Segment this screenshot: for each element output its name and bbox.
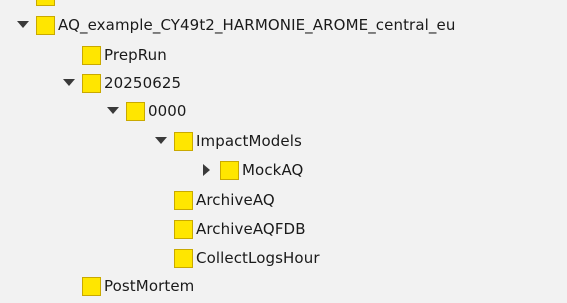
tree-node-label: ArchiveAQFDB xyxy=(196,220,306,238)
triangle-right-icon[interactable] xyxy=(198,161,216,179)
tree-node-label: AQ_example_CY49t2_HARMONIE_AROME_central… xyxy=(58,16,456,34)
folder-icon xyxy=(220,160,239,180)
triangle-down-icon[interactable] xyxy=(152,132,170,150)
tree-node-label: 20250625 xyxy=(104,74,182,92)
folder-icon xyxy=(82,45,101,65)
tree-node-date[interactable]: 20250625 xyxy=(60,68,181,98)
tree-node-preprun[interactable]: PrepRun xyxy=(60,40,167,70)
tree-view: AQ_example_CY49t2_HARMONIE_AROME_central… xyxy=(0,0,567,303)
tree-node-label: MockAQ xyxy=(242,161,304,179)
tree-node-label: PostMortem xyxy=(104,277,195,295)
tree-node-label: CollectLogsHour xyxy=(196,249,320,267)
folder-icon xyxy=(174,248,193,268)
tree-node-postmortem[interactable]: PostMortem xyxy=(60,271,194,301)
triangle-down-icon[interactable] xyxy=(104,102,122,120)
tree-node-label: ArchiveAQ xyxy=(196,191,275,209)
folder-icon xyxy=(126,101,145,121)
tree-node-impactmodels[interactable]: ImpactModels xyxy=(152,126,302,156)
folder-icon xyxy=(174,131,193,151)
folder-icon xyxy=(82,73,101,93)
tree-node-archiveaq[interactable]: ArchiveAQ xyxy=(152,185,275,215)
folder-icon xyxy=(36,15,55,35)
triangle-down-icon[interactable] xyxy=(60,74,78,92)
tree-node-collectlogshour[interactable]: CollectLogsHour xyxy=(152,243,320,273)
triangle-down-icon[interactable] xyxy=(14,16,32,34)
tree-node-label: ImpactModels xyxy=(196,132,302,150)
folder-icon xyxy=(174,219,193,239)
folder-icon xyxy=(174,190,193,210)
tree-node-mockaq[interactable]: MockAQ xyxy=(198,155,303,185)
tree-node-root[interactable]: AQ_example_CY49t2_HARMONIE_AROME_central… xyxy=(14,10,455,40)
tree-node-label: PrepRun xyxy=(104,46,167,64)
tree-node-archiveaqfdb[interactable]: ArchiveAQFDB xyxy=(152,214,306,244)
tree-clipped-row xyxy=(0,0,567,8)
folder-icon xyxy=(36,0,55,6)
folder-icon xyxy=(82,276,101,296)
tree-node-cycle[interactable]: 0000 xyxy=(104,96,187,126)
tree-node-label: 0000 xyxy=(148,102,187,120)
